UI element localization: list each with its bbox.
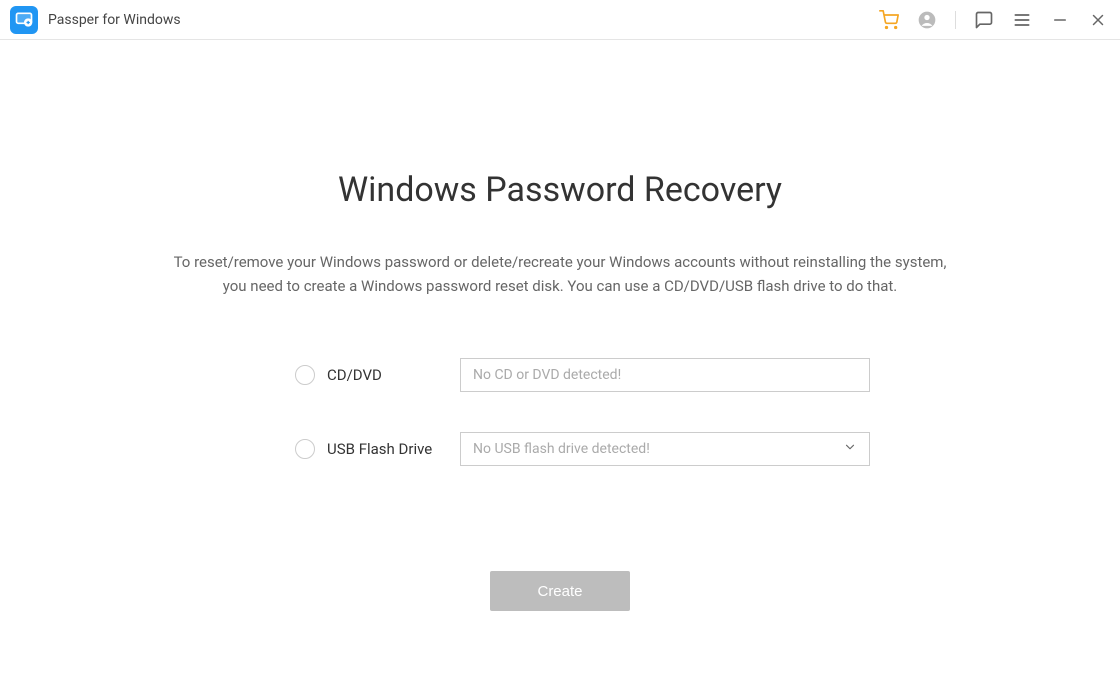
divider	[955, 11, 956, 29]
option-usb: USB Flash Drive No USB flash drive detec…	[250, 432, 870, 466]
titlebar-left: Passper for Windows	[10, 6, 181, 34]
usb-placeholder: No USB flash drive detected!	[473, 441, 650, 457]
app-title: Passper for Windows	[48, 12, 181, 28]
radio-label-cddvd[interactable]: CD/DVD	[327, 366, 382, 384]
media-options: CD/DVD No CD or DVD detected! USB Flash …	[250, 358, 870, 466]
radio-cddvd[interactable]	[295, 365, 315, 385]
subtext-line2: you need to create a Windows password re…	[223, 277, 897, 295]
usb-dropdown[interactable]: No USB flash drive detected!	[460, 432, 870, 466]
menu-icon[interactable]	[1012, 10, 1032, 30]
create-button[interactable]: Create	[490, 571, 630, 611]
titlebar: Passper for Windows	[0, 0, 1120, 40]
radio-usb[interactable]	[295, 439, 315, 459]
minimize-icon[interactable]	[1050, 10, 1070, 30]
radio-label-usb[interactable]: USB Flash Drive	[327, 440, 432, 458]
feedback-icon[interactable]	[974, 10, 994, 30]
cddvd-field[interactable]: No CD or DVD detected!	[460, 358, 870, 392]
page-heading: Windows Password Recovery	[0, 170, 1120, 210]
main-content: Windows Password Recovery To reset/remov…	[0, 40, 1120, 611]
radio-wrap-usb[interactable]: USB Flash Drive	[250, 439, 460, 459]
page-subtext: To reset/remove your Windows password or…	[130, 250, 990, 298]
subtext-line1: To reset/remove your Windows password or…	[174, 253, 947, 271]
app-icon	[10, 6, 38, 34]
cddvd-placeholder: No CD or DVD detected!	[473, 367, 621, 383]
radio-wrap-cddvd[interactable]: CD/DVD	[250, 365, 460, 385]
titlebar-right	[879, 10, 1108, 30]
user-icon[interactable]	[917, 10, 937, 30]
cart-icon[interactable]	[879, 10, 899, 30]
option-cddvd: CD/DVD No CD or DVD detected!	[250, 358, 870, 392]
chevron-down-icon	[843, 440, 857, 458]
close-icon[interactable]	[1088, 10, 1108, 30]
